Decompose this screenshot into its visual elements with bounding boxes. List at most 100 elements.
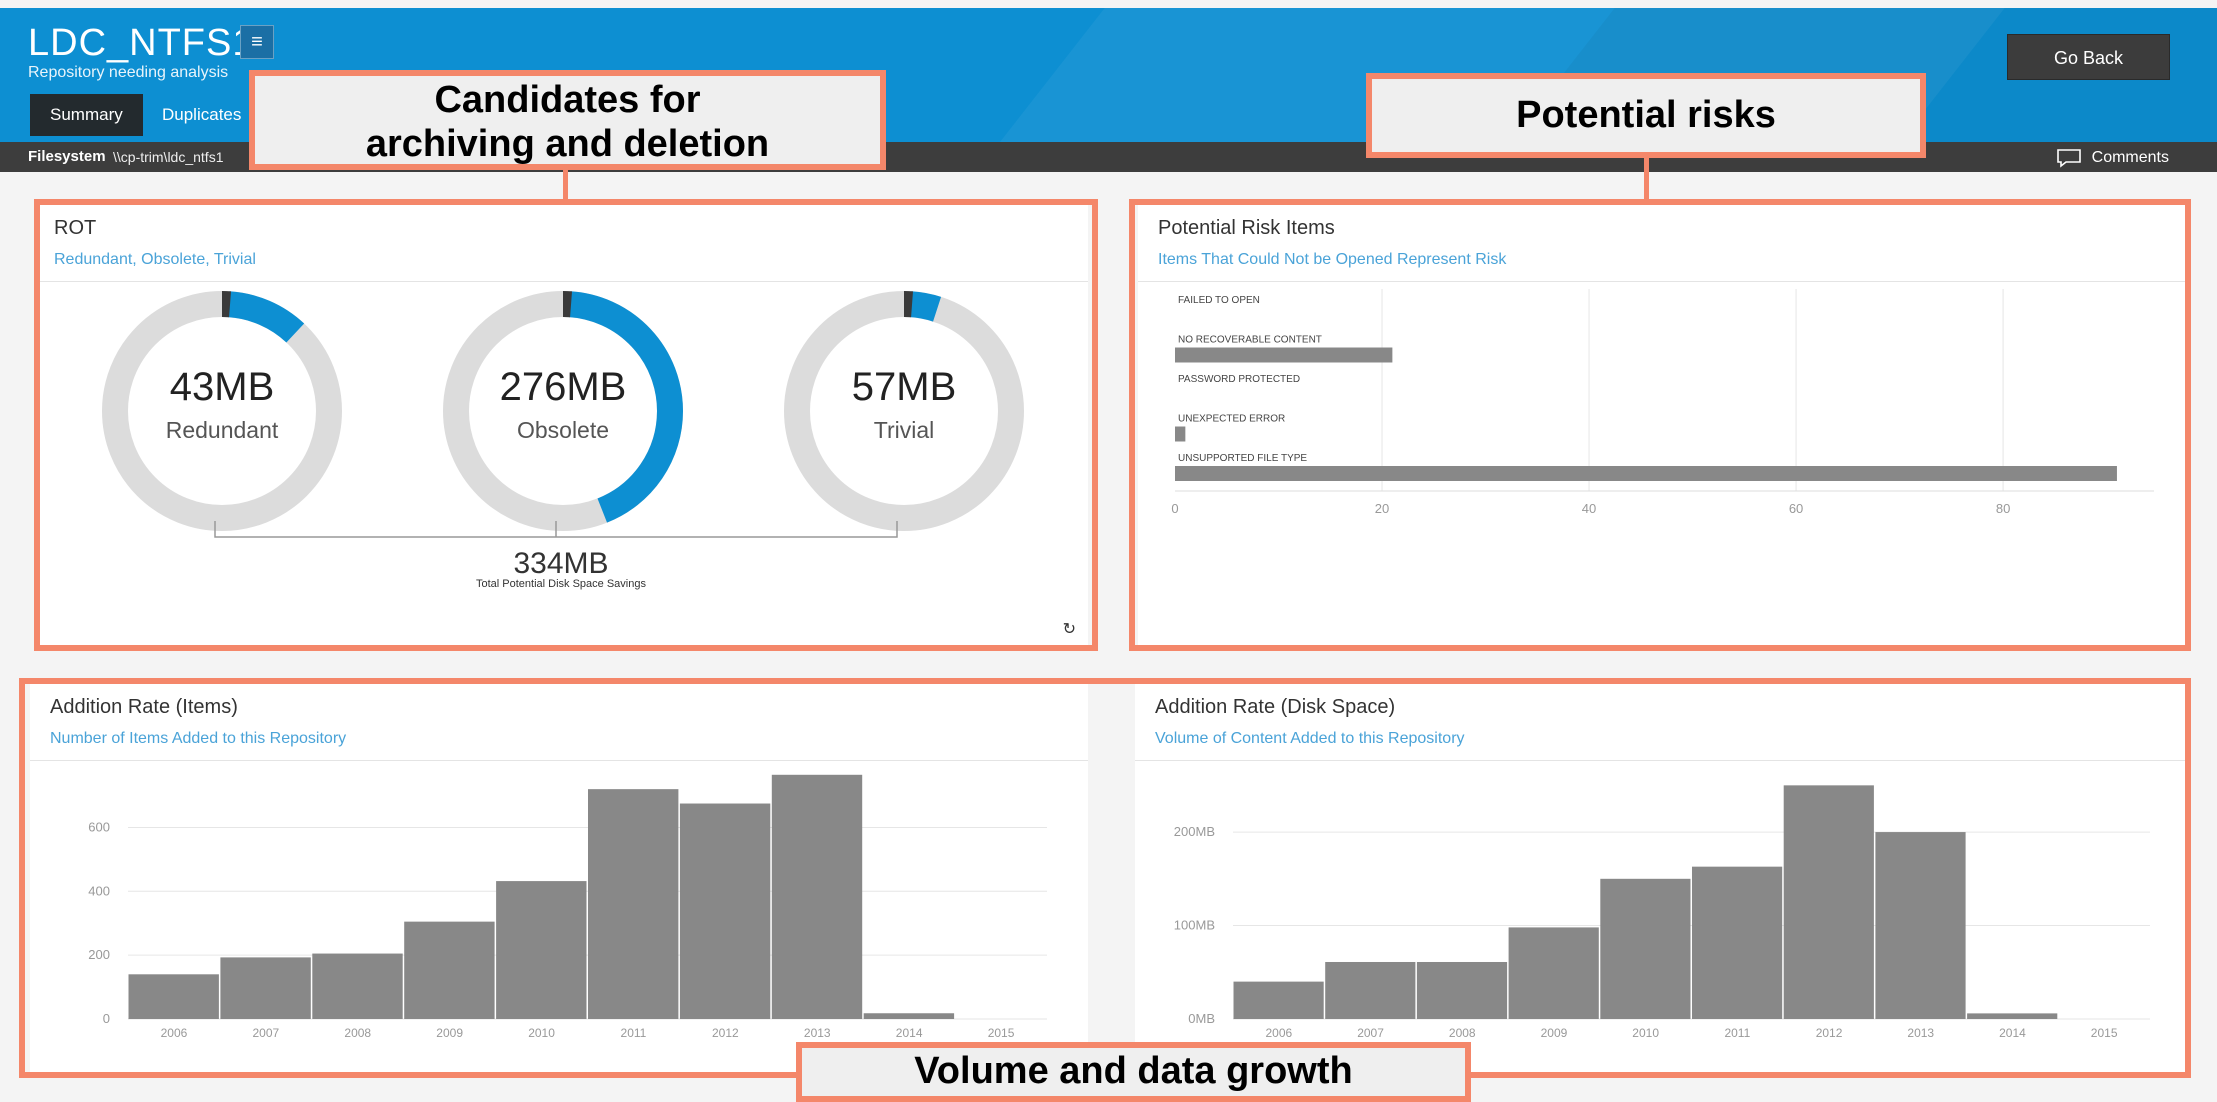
x-tick-label: 2014	[1999, 1026, 2026, 1040]
divider	[34, 281, 1088, 282]
x-tick-label: 2012	[1816, 1026, 1843, 1040]
total-savings-label: Total Potential Disk Space Savings	[476, 578, 646, 590]
growth-bar	[1325, 961, 1416, 1019]
x-tick-label: 40	[1582, 501, 1596, 516]
callout-line: archiving and deletion	[365, 123, 770, 165]
growth-bar	[863, 1013, 955, 1019]
category-label: UNSUPPORTED FILE TYPE	[1178, 453, 1307, 464]
total-savings-value: 334MB	[513, 547, 609, 580]
growth-bar	[1692, 866, 1783, 1019]
x-tick-label: 2010	[528, 1026, 555, 1040]
x-tick-label: 2013	[804, 1026, 831, 1040]
go-back-button[interactable]: Go Back	[2007, 34, 2170, 80]
candidates-callout: Candidates for archiving and deletion	[249, 70, 886, 170]
donut-track	[102, 291, 342, 531]
risk-panel: Potential Risk Items Items That Could No…	[1138, 199, 2188, 649]
path-value: \\cp-trim\ldc_ntfs1	[113, 149, 224, 165]
donut-ring	[784, 291, 1024, 531]
donut-value: 57MB	[851, 365, 957, 409]
donut-label: Redundant	[165, 417, 279, 443]
growth-bar	[1600, 878, 1691, 1019]
y-tick-label: 600	[88, 819, 110, 834]
x-tick-label: 2006	[1265, 1026, 1292, 1040]
donut-label: Obsolete	[516, 417, 610, 443]
x-tick-label: 2015	[2091, 1026, 2118, 1040]
growth-bar	[588, 789, 679, 1019]
items-chart: 0 200 400 600 2006 2007 2008 2009 2010 2011 2012 20…	[88, 774, 1047, 1040]
comment-icon	[2056, 149, 2081, 168]
y-tick-label: 200	[88, 947, 110, 962]
y-tick-label: 100MB	[1174, 918, 1215, 933]
risk-bar	[1175, 426, 1186, 442]
growth-bar	[1233, 981, 1324, 1019]
growth-bar	[496, 881, 587, 1019]
x-tick-label: 2007	[1357, 1026, 1384, 1040]
callout-line: Candidates for	[434, 79, 701, 121]
x-tick-label: 2011	[1724, 1026, 1750, 1040]
y-tick-label: 200MB	[1174, 824, 1215, 839]
growth-bar	[1783, 785, 1874, 1019]
page-title: LDC_NTFS1	[28, 22, 255, 64]
growth-bar	[128, 974, 219, 1019]
growth-bar	[404, 921, 495, 1019]
obsolete-donut[interactable]: 276MB Obsolete	[443, 291, 683, 531]
tab-duplicates[interactable]: Duplicates	[142, 94, 261, 136]
y-tick-label: 0	[103, 1011, 110, 1026]
x-tick-label: 2007	[252, 1026, 279, 1040]
donut-track	[784, 291, 1024, 531]
growth-bar	[1875, 832, 1966, 1019]
hamburger-icon[interactable]: ≡	[240, 25, 274, 59]
x-tick-label: 2012	[712, 1026, 739, 1040]
rot-subtitle: Redundant, Obsolete, Trivial	[54, 251, 256, 268]
x-tick-label: 2010	[1632, 1026, 1659, 1040]
x-tick-label: 20	[1375, 501, 1389, 516]
disk-panel: Addition Rate (Disk Space) Volume of Con…	[1135, 678, 2188, 1074]
path-label: Filesystem	[28, 148, 106, 165]
donut-value: 43MB	[169, 365, 275, 409]
growth-bar	[312, 953, 403, 1019]
donut-label: Trivial	[873, 417, 935, 443]
items-panel: Addition Rate (Items) Number of Items Ad…	[30, 678, 1088, 1074]
rot-panel: ROT Redundant, Obsolete, Trivial 43MB Re…	[34, 199, 1088, 649]
comments-label: Comments	[2091, 149, 2169, 167]
x-tick-label: 2014	[896, 1026, 923, 1040]
redundant-donut[interactable]: 43MB Redundant	[102, 291, 342, 531]
donut-ring	[102, 291, 342, 531]
risks-callout: Potential risks	[1366, 73, 1926, 158]
category-label: NO RECOVERABLE CONTENT	[1178, 335, 1322, 346]
x-tick-label: 60	[1789, 501, 1803, 516]
x-tick-label: 80	[1996, 501, 2010, 516]
page-subtitle: Repository needing analysis	[28, 64, 229, 81]
growth-bar	[1508, 927, 1599, 1019]
x-tick-label: 2008	[1449, 1026, 1476, 1040]
callout-stem	[1644, 155, 1649, 202]
comments-button[interactable]: Comments	[2056, 148, 2169, 168]
tab-summary[interactable]: Summary	[30, 94, 143, 136]
risk-bar	[1175, 466, 2117, 481]
growth-bar	[1416, 961, 1508, 1019]
x-tick-label: 2009	[1541, 1026, 1568, 1040]
growth-callout: Volume and data growth	[796, 1042, 1471, 1102]
x-tick-label: 2006	[161, 1026, 188, 1040]
growth-bar	[220, 957, 311, 1019]
category-label: PASSWORD PROTECTED	[1178, 374, 1300, 385]
growth-bar	[679, 803, 771, 1019]
x-tick-label: 2015	[988, 1026, 1015, 1040]
callout-stem	[563, 168, 568, 202]
risk-bar	[1175, 347, 1393, 363]
trivial-donut[interactable]: 57MB Trivial	[784, 291, 1024, 531]
x-tick-label: 2011	[621, 1026, 647, 1040]
y-tick-label: 400	[88, 883, 110, 898]
y-tick-label: 0MB	[1188, 1011, 1215, 1026]
growth-bar	[771, 774, 863, 1019]
disk-chart: 0MB 100MB 200MB 2006 2007 2008 2009 2010 2011 201…	[1174, 785, 2150, 1040]
donut-value: 276MB	[499, 365, 627, 409]
rot-title: ROT	[54, 217, 97, 239]
growth-bar	[1967, 1013, 2058, 1019]
x-tick-label: 0	[1171, 501, 1178, 516]
category-label: FAILED TO OPEN	[1178, 295, 1260, 306]
x-tick-label: 2009	[436, 1026, 463, 1040]
category-label: UNEXPECTED ERROR	[1178, 414, 1285, 425]
risk-chart: 0 20 40 60 80 FAILED TO OPEN NO RECOVERABLE CO…	[1171, 289, 2154, 516]
refresh-icon[interactable]: ↻	[1063, 619, 1076, 639]
